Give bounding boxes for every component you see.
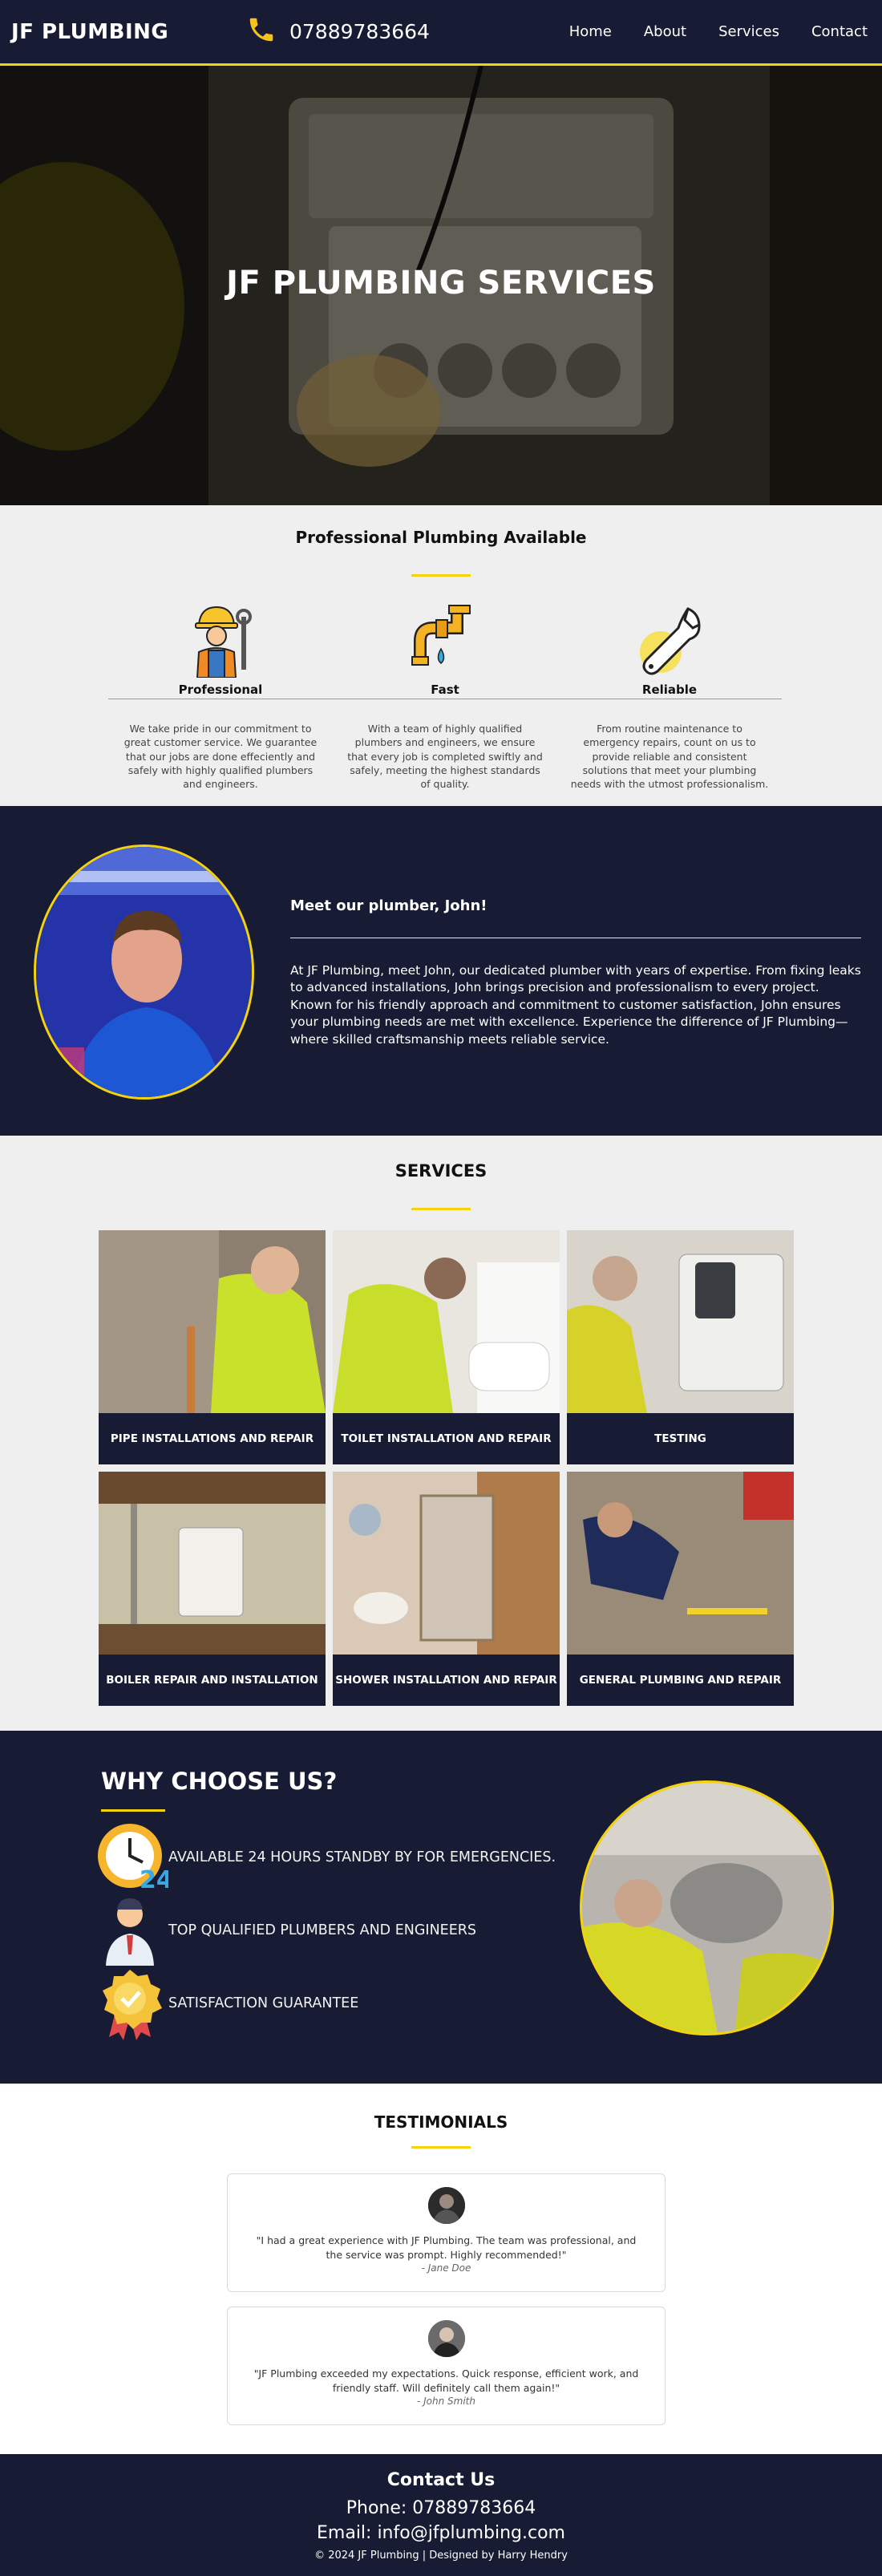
footer-heading: Contact Us — [386, 2470, 496, 2490]
feature-description: With a team of highly qualified plumbers… — [347, 723, 543, 790]
footer-phone[interactable]: Phone: 07889783664 — [0, 2498, 882, 2518]
feature-label: Professional — [108, 678, 333, 699]
testimonials-title: TESTIMONIALS — [374, 2112, 508, 2132]
service-caption: TESTING — [567, 1413, 794, 1464]
why-item-text: AVAILABLE 24 HOURS STANDBY BY FOR EMERGE… — [168, 1849, 556, 1865]
why-item-text: TOP QUALIFIED PLUMBERS AND ENGINEERS — [168, 1922, 477, 1938]
feature-label: Fast — [333, 678, 557, 699]
meet-plumber-section: Meet our plumber, John! At JF Plumbing, … — [0, 806, 882, 1136]
header-phone-number: 07889783664 — [289, 19, 430, 43]
feature-fast: Fast With a team of highly qualified plu… — [333, 596, 557, 791]
feature-reliable: Reliable From routine maintenance to eme… — [557, 596, 782, 791]
feature-description: We take pride in our commitment to great… — [123, 723, 318, 790]
nav-about[interactable]: About — [628, 23, 702, 40]
award-badge-icon — [95, 1966, 168, 2040]
testimonials-divider — [411, 2146, 471, 2149]
hero-title: JF PLUMBING SERVICES — [226, 265, 656, 302]
testimonial-card: "JF Plumbing exceeded my expectations. Q… — [227, 2307, 666, 2425]
feature-description: From routine maintenance to emergency re… — [570, 723, 769, 790]
main-nav: Home About Services Contact — [553, 23, 871, 40]
testimonial-card: "I had a great experience with JF Plumbi… — [227, 2173, 666, 2292]
services-section: SERVICES PIPE INSTALLATIONS AND REPAIR T… — [0, 1136, 882, 1731]
site-header: JF PLUMBING 07889783664 Home About Servi… — [0, 0, 882, 66]
service-image — [333, 1472, 560, 1655]
why-title: WHY CHOOSE US? — [101, 1768, 338, 1795]
nav-contact[interactable]: Contact — [795, 23, 871, 40]
why-item-qualified: TOP QUALIFIED PLUMBERS AND ENGINEERS — [95, 1894, 476, 1967]
hero-banner: JF PLUMBING SERVICES — [0, 66, 882, 505]
header-phone[interactable]: 07889783664 — [246, 14, 430, 48]
service-card-pipe[interactable]: PIPE INSTALLATIONS AND REPAIR — [99, 1230, 326, 1464]
testimonial-author: - John Smith — [416, 2396, 475, 2408]
service-card-boiler[interactable]: BOILER REPAIR AND INSTALLATION — [99, 1472, 326, 1706]
service-card-shower[interactable]: SHOWER INSTALLATION AND REPAIR — [333, 1472, 560, 1706]
brand-logo[interactable]: JF PLUMBING — [11, 20, 168, 44]
service-card-testing[interactable]: TESTING — [567, 1230, 794, 1464]
features-section: Professional Plumbing Available Professi… — [0, 505, 882, 806]
footer-copyright: © 2024 JF Plumbing | Designed by Harry H… — [314, 2550, 568, 2562]
features-list: Professional We take pride in our commit… — [108, 596, 782, 791]
service-caption: BOILER REPAIR AND INSTALLATION — [99, 1655, 326, 1706]
service-image — [333, 1230, 560, 1413]
testimonials-section: TESTIMONIALS "I had a great experience w… — [0, 2084, 882, 2454]
why-photo — [580, 1780, 834, 2035]
john-description: At JF Plumbing, meet John, our dedicated… — [290, 963, 861, 1047]
features-title: Professional Plumbing Available — [295, 528, 587, 547]
service-image — [99, 1230, 326, 1413]
testimonial-quote: "I had a great experience with JF Plumbi… — [256, 2234, 637, 2262]
nav-home[interactable]: Home — [553, 23, 628, 40]
testimonial-quote: "JF Plumbing exceeded my expectations. Q… — [253, 2367, 639, 2395]
services-grid: PIPE INSTALLATIONS AND REPAIR TOILET INS… — [99, 1230, 795, 1706]
wrench-icon — [557, 596, 782, 678]
testimonial-author: - Jane Doe — [421, 2262, 471, 2274]
service-image — [99, 1472, 326, 1655]
phone-icon — [246, 14, 277, 48]
why-divider — [101, 1809, 165, 1812]
service-caption: GENERAL PLUMBING AND REPAIR — [567, 1655, 794, 1706]
why-item-satisfaction: SATISFACTION GUARANTEE — [95, 1966, 358, 2040]
service-image — [567, 1472, 794, 1655]
john-photo — [34, 844, 254, 1100]
feature-professional: Professional We take pride in our commit… — [108, 596, 333, 791]
svg-text:24: 24 — [140, 1866, 168, 1894]
nav-services[interactable]: Services — [702, 23, 795, 40]
service-caption: TOILET INSTALLATION AND REPAIR — [333, 1413, 560, 1464]
service-card-toilet[interactable]: TOILET INSTALLATION AND REPAIR — [333, 1230, 560, 1464]
why-item-247: 24 AVAILABLE 24 HOURS STANDBY BY FOR EME… — [95, 1821, 556, 1894]
clock-24-icon: 24 — [95, 1821, 168, 1894]
services-title: SERVICES — [394, 1161, 488, 1181]
avatar — [427, 2187, 465, 2224]
pipe-faucet-icon — [333, 596, 557, 678]
service-caption: PIPE INSTALLATIONS AND REPAIR — [99, 1413, 326, 1464]
site-footer: Contact Us Phone: 07889783664 Email: inf… — [0, 2454, 882, 2576]
service-card-general[interactable]: GENERAL PLUMBING AND REPAIR — [567, 1472, 794, 1706]
avatar — [427, 2320, 465, 2357]
engineer-person-icon — [95, 1894, 168, 1967]
why-choose-us-section: WHY CHOOSE US? 24 AVAILABLE 24 HOURS STA… — [0, 1731, 882, 2084]
features-divider — [411, 574, 471, 577]
feature-label: Reliable — [557, 678, 782, 699]
footer-email[interactable]: Email: info@jfplumbing.com — [0, 2523, 882, 2543]
john-heading: Meet our plumber, John! — [290, 897, 488, 914]
service-image — [567, 1230, 794, 1413]
why-item-text: SATISFACTION GUARANTEE — [168, 1995, 359, 2011]
services-divider — [411, 1208, 471, 1210]
service-caption: SHOWER INSTALLATION AND REPAIR — [333, 1655, 560, 1706]
plumber-worker-icon — [108, 596, 333, 678]
